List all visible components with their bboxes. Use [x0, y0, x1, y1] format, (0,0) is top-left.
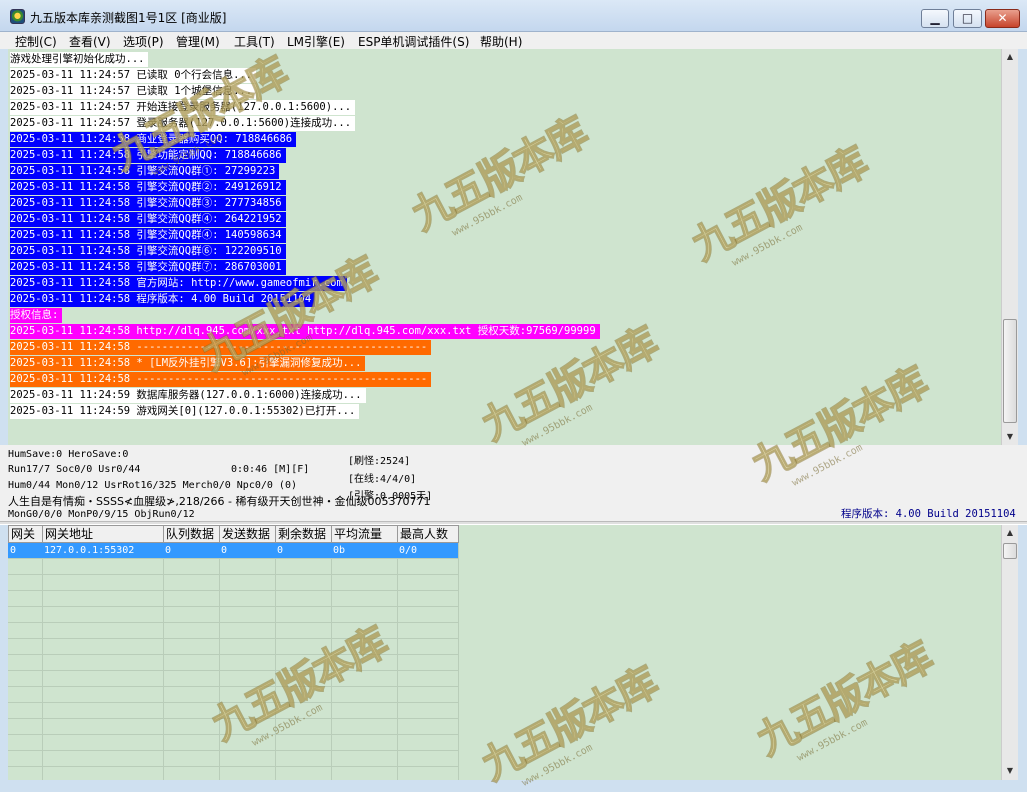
log-line: 授权信息:: [10, 308, 63, 323]
log-line: 2025-03-11 11:24:58 商业登录器购买QQ: 718846686: [10, 132, 297, 147]
column-header-max-users[interactable]: 最高人数: [397, 525, 459, 543]
log-panel[interactable]: 游戏处理引擎初始化成功... 2025-03-11 11:24:57 已读取 0个…: [8, 49, 1001, 445]
status-timer: 0:0:46 [M][F]: [231, 464, 310, 475]
cell-max-users: 0/0: [399, 545, 418, 556]
cell-queue: 0: [165, 545, 172, 556]
log-line: 游戏处理引擎初始化成功...: [10, 52, 149, 67]
menu-bar: 控制(C) 查看(V) 选项(P) 管理(M) 工具(T) LM引擎(E) ES…: [0, 32, 1027, 49]
gateway-table: 网关 网关地址 队列数据 发送数据 剩余数据 平均流量 最高人数 0 127.0…: [8, 525, 1001, 780]
cell-remaining: 0: [277, 545, 284, 556]
menu-options[interactable]: 选项(P): [123, 33, 164, 50]
log-scrollbar[interactable]: ▲ ▼: [1001, 49, 1018, 445]
status-panel: HumSave:0 HeroSave:0 Run17/7 Soc0/0 Usr0…: [0, 445, 1027, 522]
column-header-address[interactable]: 网关地址: [42, 525, 164, 543]
log-line: 2025-03-11 11:24:58 引擎交流QQ群⑦: 286703001: [10, 260, 286, 275]
cell-sent: 0: [221, 545, 228, 556]
log-line: 2025-03-11 11:24:58 --------------------…: [10, 340, 432, 355]
log-line: 2025-03-11 11:24:57 开始连接登录服务器(127.0.0.1:…: [10, 100, 356, 115]
status-life: 人生自是有情痴・SSSS≮血腥级≯,218/266 - 稀有级开天创世神・金仙级…: [8, 495, 431, 508]
scroll-up-arrow-icon[interactable]: ▲: [1002, 49, 1018, 65]
status-mong: MonG0/0/0 MonP0/9/15 ObjRun0/12: [8, 509, 195, 520]
table-scrollbar[interactable]: ▲ ▼: [1001, 525, 1018, 780]
col-divider: [458, 543, 459, 780]
menu-lm-engine[interactable]: LM引擎(E): [287, 33, 345, 50]
maximize-button[interactable]: □: [953, 9, 982, 28]
window-title: 九五版本库亲测截图1号1区 [商业版]: [30, 11, 227, 25]
minimize-button[interactable]: ▁: [921, 9, 949, 28]
log-line: 2025-03-11 11:24:58 官方网站: http://www.gam…: [10, 276, 347, 291]
log-line: 2025-03-11 11:24:58 引擎交流QQ群④: 140598634: [10, 228, 286, 243]
window-bottom-edge: [0, 780, 1027, 792]
log-line: 2025-03-11 11:24:59 数据库服务器(127.0.0.1:600…: [10, 388, 366, 403]
menu-esp-plugin[interactable]: ESP单机调试插件(S): [358, 33, 469, 50]
log-line: 2025-03-11 11:24:58 引擎交流QQ群②: 249126912: [10, 180, 286, 195]
col-divider: [42, 543, 43, 780]
status-humsave: HumSave:0 HeroSave:0: [8, 449, 129, 460]
log-line: 2025-03-11 11:24:58 http://dlq.945.com/x…: [10, 324, 600, 339]
status-monsters: [刷怪:2524]: [348, 456, 411, 467]
column-header-queue[interactable]: 队列数据: [163, 525, 220, 543]
log-line: 2025-03-11 11:24:58 引擎功能定制QQ: 718846686: [10, 148, 286, 163]
menu-help[interactable]: 帮助(H): [480, 33, 522, 50]
log-line: 2025-03-11 11:24:57 登录服务器(127.0.0.1:5600…: [10, 116, 356, 131]
table-grid: [8, 543, 458, 780]
column-header-avg-flow[interactable]: 平均流量: [331, 525, 398, 543]
menu-manage[interactable]: 管理(M): [176, 33, 220, 50]
col-divider: [219, 543, 220, 780]
log-line: 2025-03-11 11:24:58 引擎交流QQ群③: 277734856: [10, 196, 286, 211]
status-run: Run17/7 Soc0/0 Usr0/44: [8, 464, 141, 475]
log-line: 2025-03-11 11:24:58 * [LM反外挂引擎V3.6]:引擎漏洞…: [10, 356, 366, 371]
col-divider: [397, 543, 398, 780]
column-header-gateway[interactable]: 网关: [8, 525, 43, 543]
log-line: 2025-03-11 11:24:58 程序版本: 4.00 Build 201…: [10, 292, 316, 307]
log-line: 2025-03-11 11:24:58 --------------------…: [10, 372, 432, 387]
log-scroll-thumb[interactable]: [1003, 319, 1017, 423]
title-bar: 九五版本库亲测截图1号1区 [商业版] ▁ □ ✕: [0, 0, 1027, 32]
col-divider: [163, 543, 164, 780]
menu-control[interactable]: 控制(C): [15, 33, 57, 50]
status-hum: Hum0/44 Mon0/12 UsrRot16/325 Merch0/0 Np…: [8, 480, 297, 491]
cell-address: 127.0.0.1:55302: [44, 545, 135, 556]
table-scroll-thumb[interactable]: [1003, 543, 1017, 559]
scroll-up-arrow-icon[interactable]: ▲: [1002, 525, 1018, 541]
cell-gateway: 0: [10, 545, 17, 556]
log-line: 2025-03-11 11:24:57 已读取 0个行会信息...: [10, 68, 257, 83]
status-online: [在线:4/4/0]: [348, 474, 417, 485]
col-divider: [331, 543, 332, 780]
status-version: 程序版本: 4.00 Build 20151104: [841, 508, 1016, 520]
col-divider: [275, 543, 276, 780]
column-header-remaining[interactable]: 剩余数据: [275, 525, 332, 543]
log-line: 2025-03-11 11:24:57 已读取 1个城堡信息...: [10, 84, 257, 99]
menu-tools[interactable]: 工具(T): [234, 33, 275, 50]
scroll-down-arrow-icon[interactable]: ▼: [1002, 429, 1018, 445]
scroll-down-arrow-icon[interactable]: ▼: [1002, 763, 1018, 779]
close-button[interactable]: ✕: [985, 9, 1020, 28]
log-line: 2025-03-11 11:24:58 引擎交流QQ群⑥: 122209510: [10, 244, 286, 259]
cell-avg-flow: 0b: [333, 545, 346, 556]
app-icon: [10, 9, 25, 24]
column-header-sent[interactable]: 发送数据: [219, 525, 276, 543]
menu-view[interactable]: 查看(V): [69, 33, 111, 50]
log-line: 2025-03-11 11:24:58 引擎交流QQ群①: 27299223: [10, 164, 280, 179]
log-line: 2025-03-11 11:24:59 游戏网关[0](127.0.0.1:55…: [10, 404, 360, 419]
log-line: 2025-03-11 11:24:58 引擎交流QQ群④: 264221952: [10, 212, 286, 227]
